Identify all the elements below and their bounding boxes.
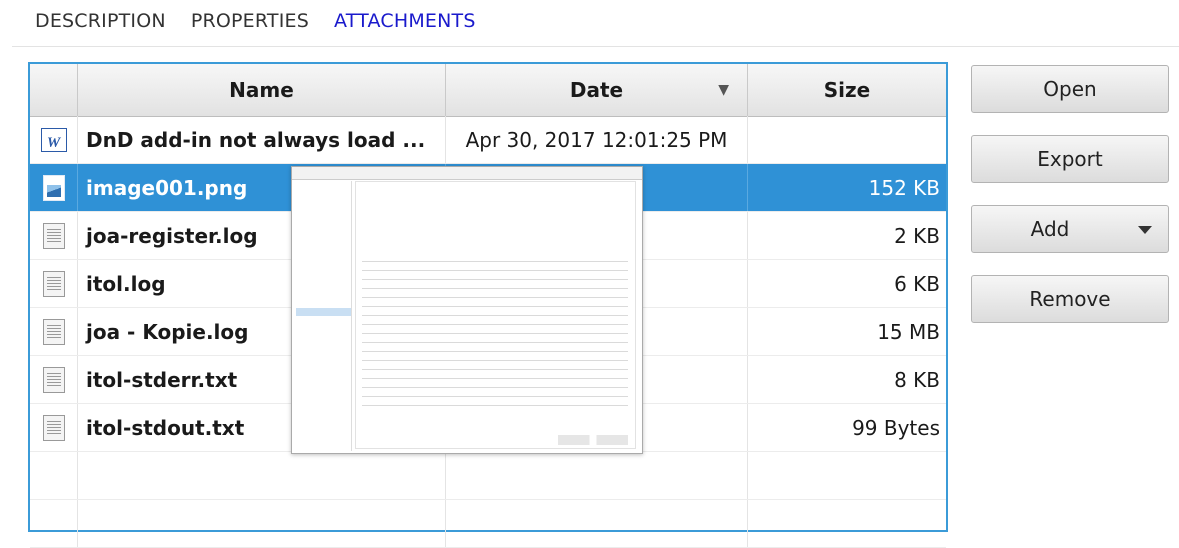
file-size: 152 KB xyxy=(868,175,940,200)
file-size: 2 KB xyxy=(894,223,940,248)
export-button-label: Export xyxy=(1037,147,1103,171)
open-button[interactable]: Open xyxy=(971,65,1169,113)
image-file-icon xyxy=(42,174,65,201)
tab-attachments[interactable]: ATTACHMENTS xyxy=(334,10,476,32)
open-button-label: Open xyxy=(1043,77,1097,101)
thumbnail-nav-selection xyxy=(296,308,351,316)
file-size: 99 Bytes xyxy=(852,415,940,440)
text-file-icon xyxy=(42,222,65,249)
tab-divider xyxy=(12,46,1179,47)
empty-row xyxy=(30,452,946,500)
tab-description[interactable]: DESCRIPTION xyxy=(35,10,166,32)
table-row[interactable]: W DnD add-in not always load ... Apr 30,… xyxy=(30,116,946,164)
file-size xyxy=(748,116,946,163)
remove-button[interactable]: Remove xyxy=(971,275,1169,323)
add-button[interactable]: Add xyxy=(971,205,1169,253)
word-doc-icon: W xyxy=(40,127,67,152)
empty-row xyxy=(30,500,946,548)
file-size: 15 MB xyxy=(877,319,940,344)
text-file-icon xyxy=(42,270,65,297)
header-name[interactable]: Name xyxy=(78,64,446,116)
header-size[interactable]: Size xyxy=(748,64,946,116)
file-size: 6 KB xyxy=(894,271,940,296)
thumbnail-content-lines xyxy=(362,257,628,407)
text-file-icon xyxy=(42,318,65,345)
file-size: 8 KB xyxy=(894,367,940,392)
sort-descending-icon: ▼ xyxy=(718,82,729,98)
text-file-icon xyxy=(42,366,65,393)
chevron-down-icon[interactable] xyxy=(1138,226,1152,234)
add-button-label: Add xyxy=(1030,217,1070,241)
header-icon-column xyxy=(30,64,78,116)
thumbnail-dialog-buttons xyxy=(558,435,628,445)
tab-bar: DESCRIPTION PROPERTIES ATTACHMENTS xyxy=(35,10,476,32)
file-date: Apr 30, 2017 12:01:25 PM xyxy=(446,116,748,163)
table-header: Name Date ▼ Size xyxy=(30,64,946,117)
drag-preview-thumbnail xyxy=(291,166,643,454)
remove-button-label: Remove xyxy=(1029,287,1111,311)
text-file-icon xyxy=(42,414,65,441)
thumbnail-titlebar xyxy=(292,167,642,180)
header-date-label: Date xyxy=(569,78,624,102)
thumbnail-nav-pane xyxy=(296,181,352,451)
export-button[interactable]: Export xyxy=(971,135,1169,183)
header-date[interactable]: Date ▼ xyxy=(446,64,748,116)
tab-properties[interactable]: PROPERTIES xyxy=(191,10,309,32)
file-name: DnD add-in not always load ... xyxy=(78,116,446,163)
